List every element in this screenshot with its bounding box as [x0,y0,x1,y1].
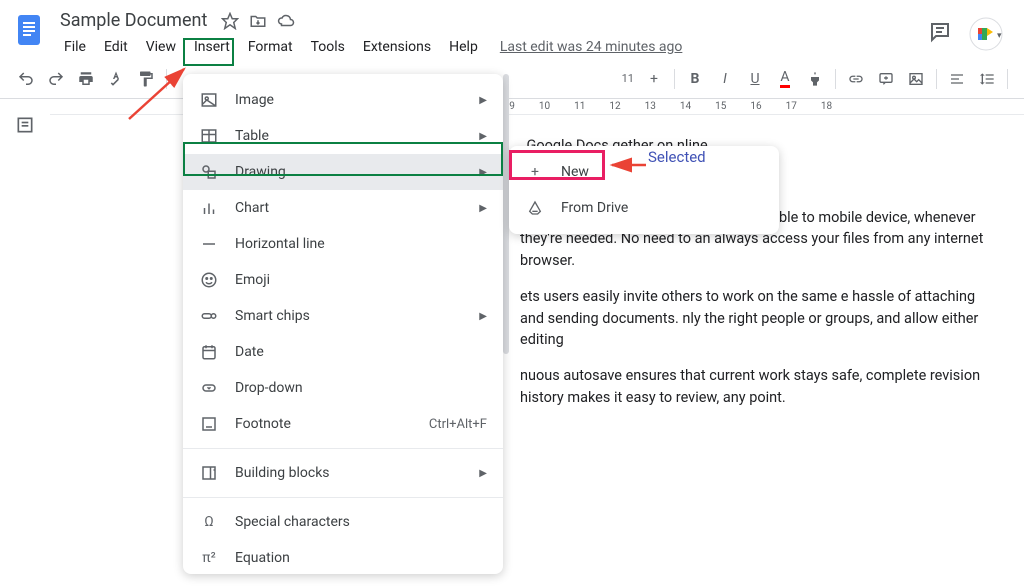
chevron-right-icon: ▶ [479,95,487,106]
print-button[interactable] [72,65,100,93]
font-size-increase[interactable]: + [640,65,668,93]
plus-icon: + [525,162,545,182]
menu-view[interactable]: View [138,35,184,59]
menu-item-emoji[interactable]: Emoji [183,262,503,298]
horizontal-line-icon [199,234,219,254]
menu-help[interactable]: Help [441,35,486,59]
highlight-button[interactable] [801,65,829,93]
italic-button[interactable]: I [711,65,739,93]
menu-divider [183,497,503,498]
menu-file[interactable]: File [56,35,94,59]
drawing-submenu: + New From Drive [509,146,779,234]
meet-button[interactable]: ▾ [968,16,1004,52]
chart-icon [199,198,219,218]
spellcheck-button[interactable] [102,65,130,93]
move-folder-icon[interactable] [249,12,267,30]
menu-item-image[interactable]: Image ▶ [183,82,503,118]
menu-item-chart[interactable]: Chart ▶ [183,190,503,226]
menu-tools[interactable]: Tools [303,35,353,59]
insert-image-button[interactable] [902,65,930,93]
insert-comment-button[interactable] [872,65,900,93]
chevron-right-icon: ▶ [479,468,487,479]
emoji-icon [199,270,219,290]
menu-extensions[interactable]: Extensions [355,35,439,59]
special-characters-icon: Ω [199,512,219,532]
menu-edit[interactable]: Edit [96,35,136,59]
redo-button[interactable] [42,65,70,93]
undo-button[interactable] [12,65,40,93]
image-icon [199,90,219,110]
docs-logo[interactable] [12,12,48,48]
menu-item-drawing[interactable]: Drawing ▶ [183,154,503,190]
menu-item-smart-chips[interactable]: Smart chips ▶ [183,298,503,334]
font-size-display[interactable]: 11 [618,72,638,85]
comments-icon[interactable] [928,20,952,48]
menu-format[interactable]: Format [240,35,301,59]
bold-button[interactable]: B [681,65,709,93]
submenu-item-from-drive[interactable]: From Drive [509,190,779,226]
align-button[interactable] [943,65,971,93]
text-color-button[interactable]: A [771,65,799,93]
insert-link-button[interactable] [842,65,870,93]
underline-button[interactable]: U [741,65,769,93]
menu-item-table[interactable]: Table ▶ [183,118,503,154]
dropdown-icon [199,378,219,398]
insert-menu-dropdown: Image ▶ Table ▶ Drawing ▶ Chart ▶ Horizo… [183,74,503,574]
menu-item-dropdown[interactable]: Drop-down [183,370,503,406]
submenu-item-new[interactable]: + New [509,154,779,190]
smart-chips-icon [199,306,219,326]
chevron-right-icon: ▶ [479,167,487,178]
document-title[interactable]: Sample Document [56,8,211,33]
chevron-right-icon: ▶ [479,311,487,322]
footnote-icon [199,414,219,434]
equation-icon: π² [199,548,219,568]
toolbar-separator [166,69,167,89]
svg-text:▾: ▾ [997,31,1002,41]
star-icon[interactable] [221,12,239,30]
drawing-icon [199,162,219,182]
menu-divider [183,448,503,449]
paint-format-button[interactable] [132,65,160,93]
outline-icon[interactable] [15,115,35,586]
menu-insert[interactable]: Insert [186,35,238,59]
chevron-right-icon: ▶ [479,203,487,214]
toolbar: 11 + B I U A [0,59,1024,99]
menu-item-date[interactable]: Date [183,334,503,370]
menu-item-footnote[interactable]: Footnote Ctrl+Alt+F [183,406,503,442]
menu-item-special-characters[interactable]: Ω Special characters [183,504,503,540]
menu-item-horizontal-line[interactable]: Horizontal line [183,226,503,262]
chevron-right-icon: ▶ [479,131,487,142]
building-blocks-icon [199,463,219,483]
menu-item-building-blocks[interactable]: Building blocks ▶ [183,455,503,491]
table-icon [199,126,219,146]
cloud-status-icon[interactable] [277,12,295,30]
drive-icon [525,198,545,218]
line-spacing-button[interactable] [973,65,1001,93]
date-icon [199,342,219,362]
menu-item-equation[interactable]: π² Equation [183,540,503,576]
last-edit-link[interactable]: Last edit was 24 minutes ago [500,39,683,55]
